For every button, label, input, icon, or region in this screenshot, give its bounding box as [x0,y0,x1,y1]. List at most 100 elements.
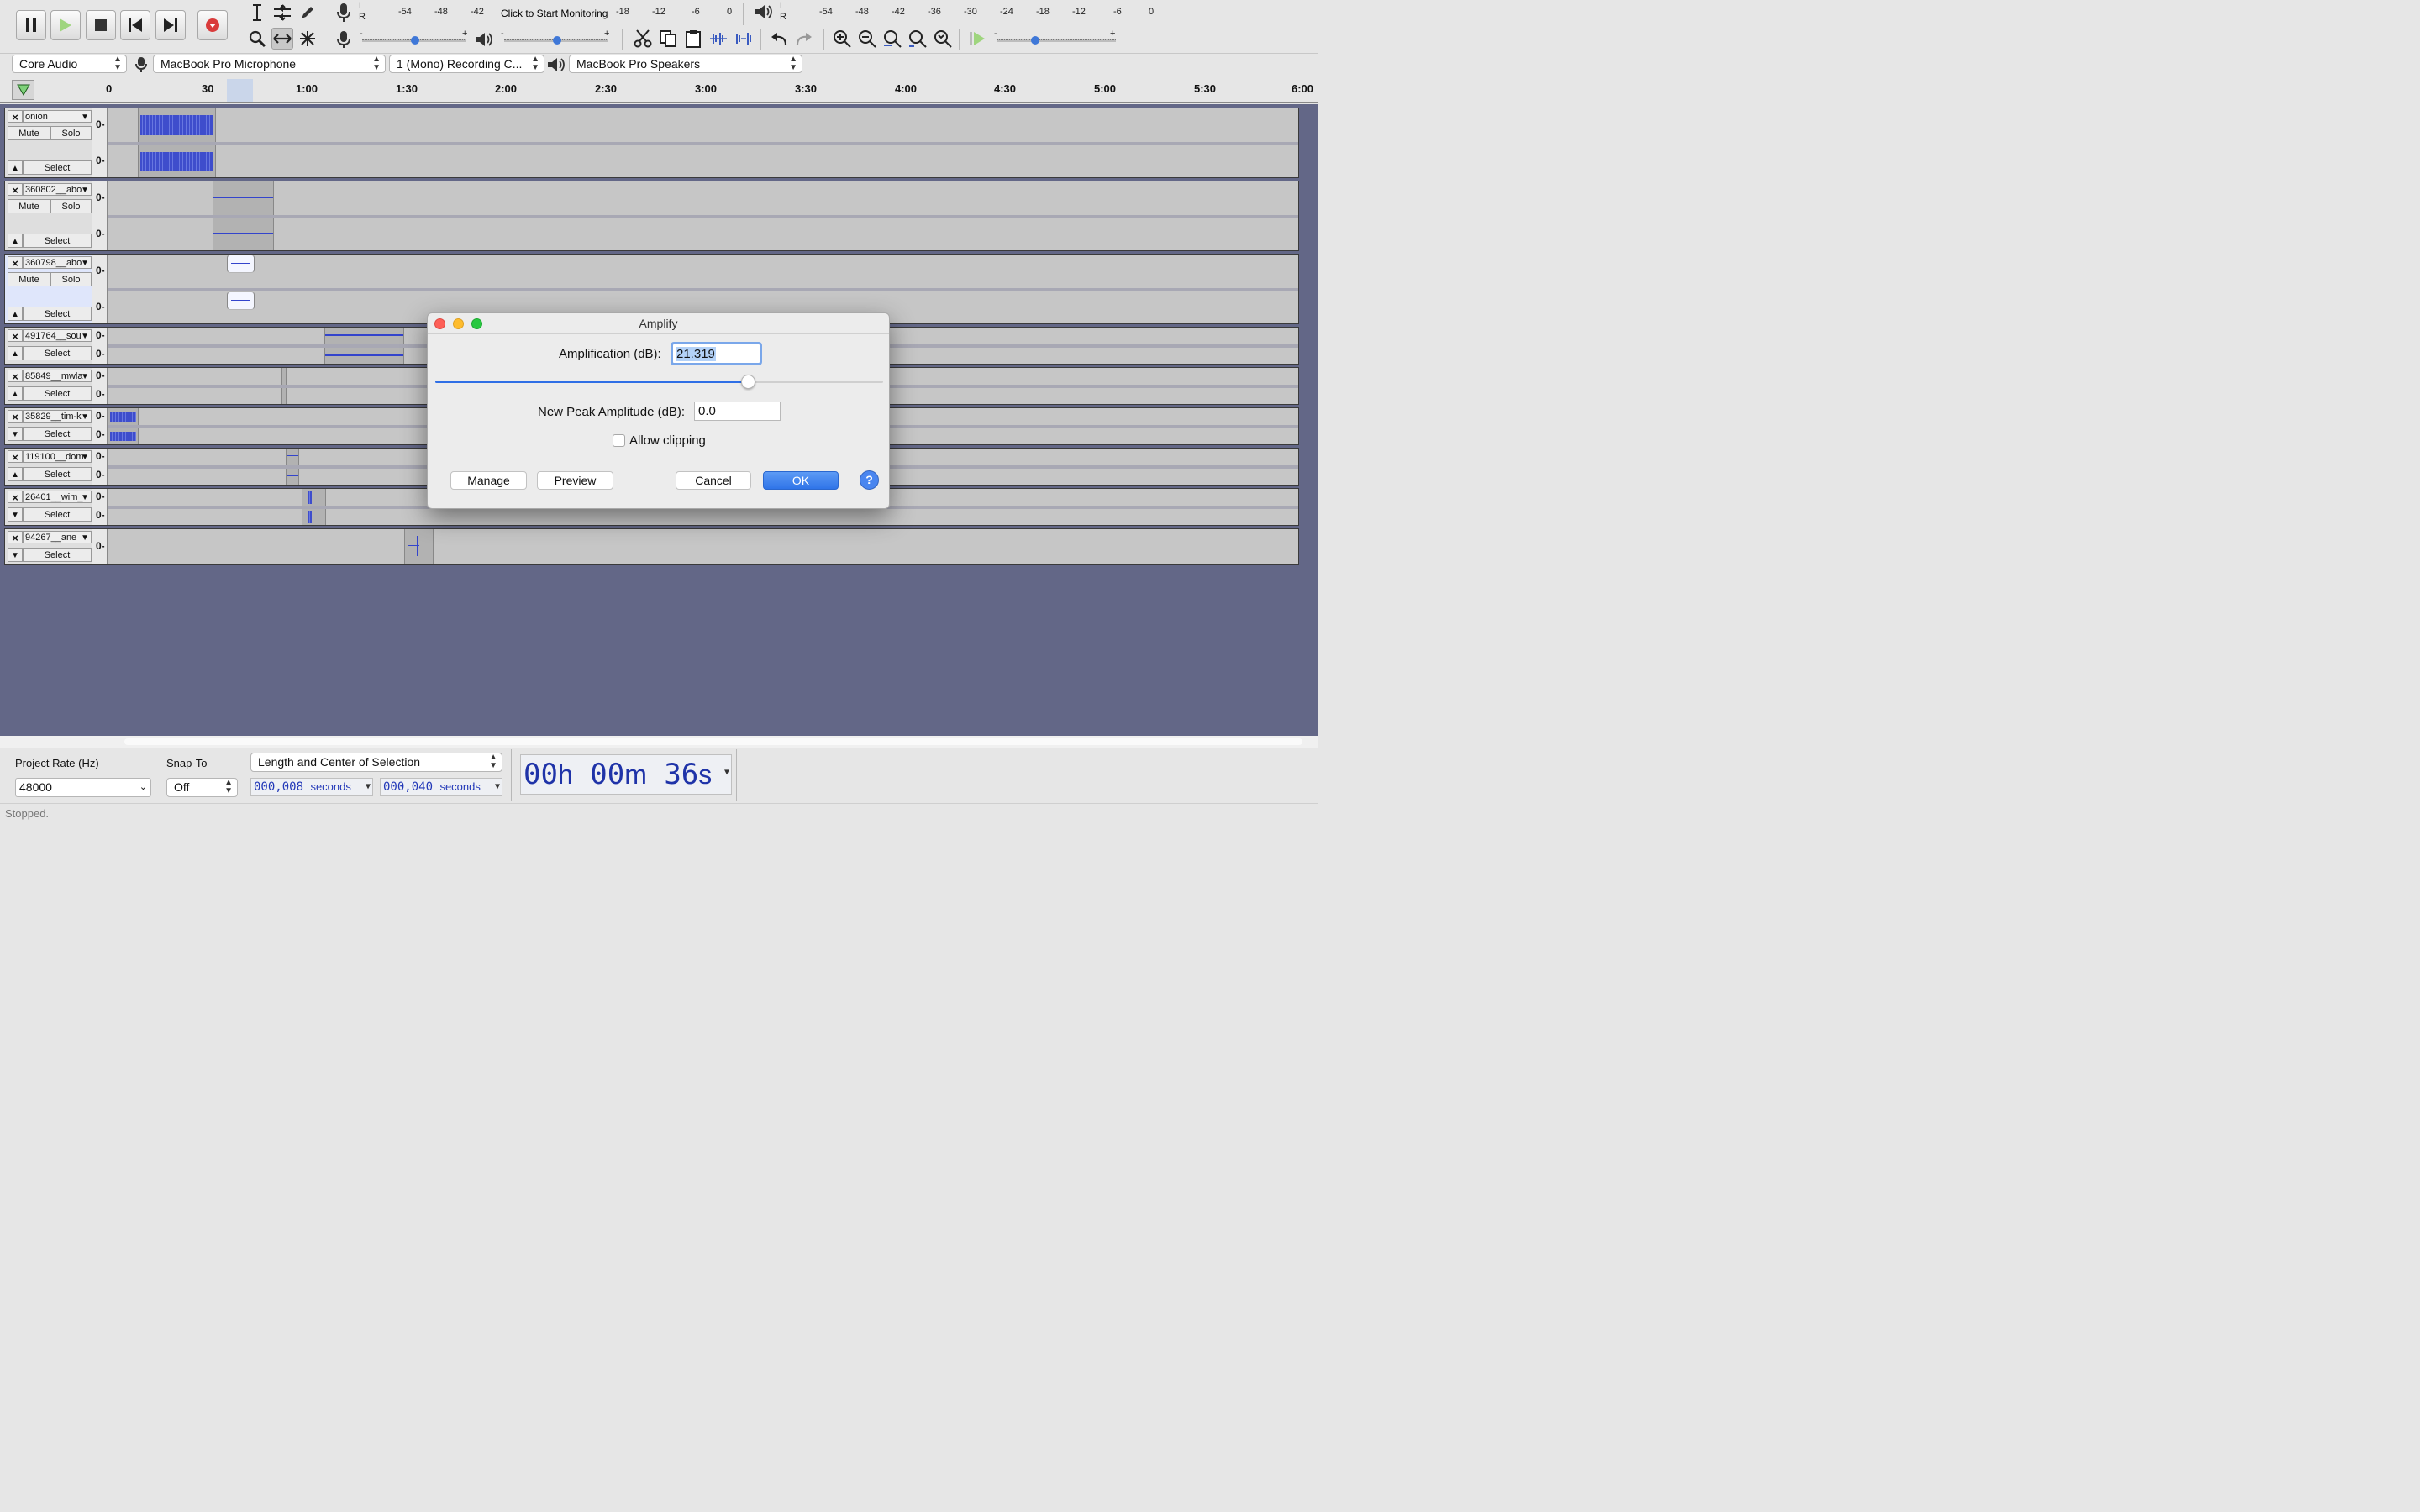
audio-clip[interactable] [108,408,139,425]
zoom-toggle-button[interactable] [932,28,954,50]
trim-button[interactable] [708,28,729,50]
mute-button[interactable]: Mute [8,272,50,286]
record-button[interactable] [197,10,228,40]
select-track-button[interactable]: Select [23,346,92,360]
selection-center-control[interactable]: 000,040 seconds ▼ [380,778,502,796]
cut-button[interactable] [632,28,654,50]
close-track-button[interactable]: × [8,329,23,343]
audio-clip[interactable] [227,255,255,273]
audio-clip[interactable] [213,181,274,215]
waveform-lane[interactable] [108,529,1298,564]
collapse-track-button[interactable]: ▲ [8,307,23,321]
allow-clipping-checkbox[interactable] [613,434,625,447]
snap-to-select[interactable]: Off ▲ ▼ [166,778,238,797]
waveform-lane[interactable] [108,108,1298,142]
undo-button[interactable] [768,28,790,50]
amplification-input[interactable]: 21.319 [671,342,762,365]
skip-to-start-button[interactable] [120,10,150,40]
track-name-menu[interactable]: onion ▼ [23,110,92,123]
manage-button[interactable]: Manage [450,471,527,490]
slider-thumb[interactable] [1031,36,1039,45]
envelope-tool[interactable] [271,2,293,24]
select-track-button[interactable]: Select [23,467,92,481]
close-track-button[interactable]: × [8,491,23,504]
solo-button[interactable]: Solo [50,272,92,286]
track-name-menu[interactable]: 360798__abo ▼ [23,256,92,269]
close-track-button[interactable]: × [8,110,23,123]
close-track-button[interactable]: × [8,370,23,383]
close-track-button[interactable]: × [8,256,23,270]
audio-clip[interactable] [286,469,299,485]
fit-project-button[interactable] [907,28,929,50]
amplification-slider[interactable] [435,375,883,389]
paste-button[interactable] [682,28,704,50]
audio-clip[interactable] [281,368,287,385]
help-button[interactable]: ? [860,470,879,490]
close-track-button[interactable]: × [8,183,23,197]
audio-clip[interactable] [281,388,287,404]
scrollbar-thumb[interactable] [124,738,1302,745]
slider-thumb[interactable] [411,36,419,45]
play-button[interactable] [50,10,81,40]
project-rate-combo[interactable]: 48000 ⌄ [15,778,151,797]
zoom-out-button[interactable] [856,28,878,50]
play-speed-slider[interactable] [997,36,1116,45]
silence-button[interactable] [733,28,755,50]
solo-button[interactable]: Solo [50,199,92,213]
timeline-ruler[interactable]: 0 30 1:00 1:30 2:00 2:30 3:00 3:30 4:00 … [0,76,1318,103]
waveform-lane[interactable] [108,255,1298,288]
audio-clip[interactable] [286,449,299,465]
dialog-titlebar[interactable]: Amplify [428,313,889,334]
select-track-button[interactable]: Select [23,307,92,321]
pause-button[interactable] [16,10,46,40]
audio-track[interactable]: × 360802__abo ▼ Mute Solo ▲ Select 0- 0- [4,181,1299,251]
draw-tool[interactable] [297,2,318,24]
solo-button[interactable]: Solo [50,126,92,140]
audio-clip[interactable] [213,218,274,250]
expand-track-button[interactable]: ▼ [8,548,23,562]
preview-button[interactable]: Preview [537,471,613,490]
start-monitoring-label[interactable]: Click to Start Monitoring [501,8,608,19]
ok-button[interactable]: OK [763,471,839,490]
track-name-menu[interactable]: 85849__mwla ▼ [23,370,92,382]
selection-tool[interactable] [246,2,268,24]
track-name-menu[interactable]: 94267__ane ▼ [23,531,92,543]
select-track-button[interactable]: Select [23,234,92,248]
slider-thumb[interactable] [553,36,561,45]
slider-thumb[interactable] [741,375,755,389]
cancel-button[interactable]: Cancel [676,471,751,490]
expand-track-button[interactable]: ▼ [8,507,23,522]
recording-channels-select[interactable]: 1 (Mono) Recording C... ▲ ▼ [389,55,544,73]
audio-clip[interactable] [404,529,434,564]
close-track-button[interactable]: × [8,531,23,544]
time-display[interactable]: 00h 00m 36s ▼ [520,754,732,795]
collapse-track-button[interactable]: ▲ [8,386,23,401]
redo-button[interactable] [793,28,815,50]
playback-volume-slider[interactable] [504,36,608,45]
playback-device-select[interactable]: MacBook Pro Speakers ▲ ▼ [569,55,802,73]
copy-button[interactable] [657,28,679,50]
audio-clip[interactable] [324,348,404,364]
multi-tool[interactable] [297,28,318,50]
mute-button[interactable]: Mute [8,199,50,213]
zoom-in-button[interactable] [831,28,853,50]
waveform-lane[interactable] [108,215,1298,250]
stop-button[interactable] [86,10,116,40]
recording-volume-slider[interactable] [362,36,466,45]
audio-track[interactable]: × 94267__ane ▼ ▼ Select 0- [4,528,1299,565]
close-track-button[interactable]: × [8,450,23,464]
playback-level-meter[interactable]: -54 -48 -42 -36 -30 -24 -18 -12 -6 0 [787,3,1157,23]
select-track-button[interactable]: Select [23,427,92,441]
track-name-menu[interactable]: 26401__wim_ ▼ [23,491,92,503]
selection-mode-select[interactable]: Length and Center of Selection ▲ ▼ [250,753,502,772]
record-level-meter[interactable]: -54 -48 -42 Click to Start Monitoring -1… [367,3,737,23]
play-at-speed-button[interactable] [966,28,988,50]
waveform-lane[interactable] [108,142,1298,177]
fit-selection-button[interactable] [881,28,903,50]
zoom-tool[interactable] [246,28,268,50]
audio-clip[interactable] [138,108,216,142]
track-name-menu[interactable]: 360802__abo ▼ [23,183,92,196]
skip-to-end-button[interactable] [155,10,186,40]
collapse-track-button[interactable]: ▲ [8,467,23,481]
close-track-button[interactable]: × [8,410,23,423]
